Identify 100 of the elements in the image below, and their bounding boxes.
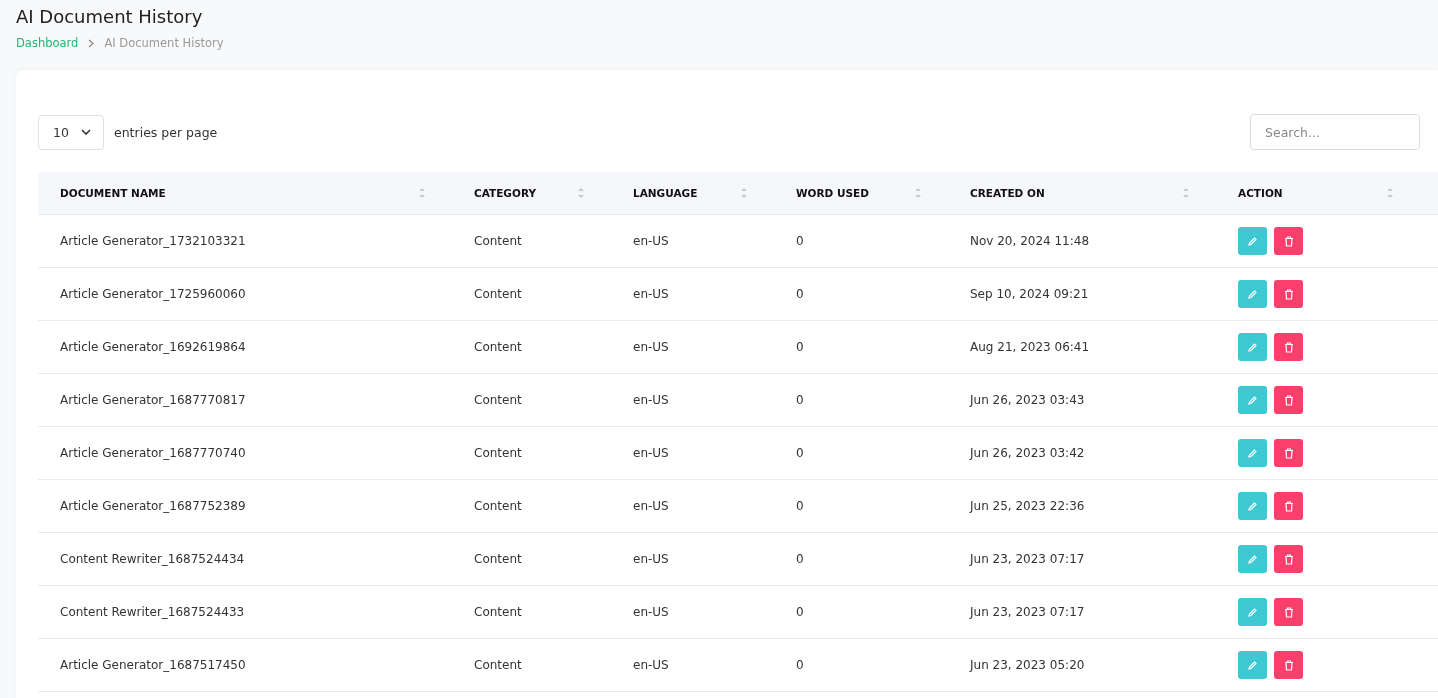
table-cell: 0 — [796, 658, 804, 672]
table-cell: Article Generator_1725960060 — [60, 287, 246, 301]
pencil-icon — [1247, 606, 1258, 618]
trash-icon — [1283, 394, 1294, 406]
sort-icon[interactable] — [914, 186, 922, 200]
delete-button[interactable] — [1274, 439, 1303, 467]
table-cell: en-US — [633, 499, 669, 513]
table-cell: en-US — [633, 287, 669, 301]
edit-button[interactable] — [1238, 386, 1267, 414]
table-cell: Aug 21, 2023 06:41 — [970, 340, 1090, 354]
table-cell: 0 — [796, 605, 804, 619]
table-cell: Article Generator_1687770740 — [60, 446, 246, 460]
table-cell: en-US — [633, 552, 669, 566]
table-cell: Article Generator_1692619864 — [60, 340, 246, 354]
pencil-icon — [1247, 447, 1258, 459]
edit-button[interactable] — [1238, 227, 1267, 255]
table-cell: en-US — [633, 393, 669, 407]
table-cell: en-US — [633, 658, 669, 672]
trash-icon — [1283, 659, 1294, 671]
table-cell: Article Generator_1687770817 — [60, 393, 246, 407]
table-cell: Content — [474, 340, 522, 354]
delete-button[interactable] — [1274, 598, 1303, 626]
sort-icon[interactable] — [577, 186, 585, 200]
table-cell: en-US — [633, 340, 669, 354]
table-cell: Content — [474, 605, 522, 619]
chevron-right-icon — [88, 38, 95, 48]
pencil-icon — [1247, 288, 1258, 300]
table-cell: Content — [474, 393, 522, 407]
edit-button[interactable] — [1238, 545, 1267, 573]
table-cell: Content Rewriter_1687524434 — [60, 552, 245, 566]
sort-icon[interactable] — [418, 186, 426, 200]
sort-icon[interactable] — [740, 186, 748, 200]
delete-button[interactable] — [1274, 545, 1303, 573]
delete-button[interactable] — [1274, 227, 1303, 255]
trash-icon — [1283, 553, 1294, 565]
edit-button[interactable] — [1238, 439, 1267, 467]
table-cell: Jun 23, 2023 05:20 — [970, 658, 1085, 672]
edit-button[interactable] — [1238, 651, 1267, 679]
pencil-icon — [1247, 500, 1258, 512]
column-header: CATEGORY — [474, 187, 536, 199]
trash-icon — [1283, 341, 1294, 353]
trash-icon — [1283, 606, 1294, 618]
table-cell: Content — [474, 499, 522, 513]
delete-button[interactable] — [1274, 651, 1303, 679]
table-cell: 0 — [796, 287, 804, 301]
table-cell: Content Rewriter_1687524433 — [60, 605, 245, 619]
table-cell: Jun 26, 2023 03:42 — [970, 446, 1085, 460]
pencil-icon — [1247, 394, 1258, 406]
sort-icon[interactable] — [1182, 186, 1190, 200]
column-header: CREATED ON — [970, 187, 1045, 199]
entries-label: entries per page — [114, 124, 218, 140]
table-cell: Content — [474, 287, 522, 301]
trash-icon — [1283, 447, 1294, 459]
table-cell: Article Generator_1687752389 — [60, 499, 246, 513]
table-cell: Article Generator_1687517450 — [60, 658, 246, 672]
table-cell: Article Generator_1732103321 — [60, 234, 246, 248]
table-cell: Sep 10, 2024 09:21 — [970, 287, 1089, 301]
table-cell: en-US — [633, 605, 669, 619]
column-header: ACTION — [1238, 187, 1283, 199]
edit-button[interactable] — [1238, 598, 1267, 626]
table-cell: 0 — [796, 393, 804, 407]
table-cell: Content — [474, 552, 522, 566]
table-cell: Jun 25, 2023 22:36 — [970, 499, 1085, 513]
trash-icon — [1283, 288, 1294, 300]
pencil-icon — [1247, 659, 1258, 671]
table-cell: en-US — [633, 446, 669, 460]
table-cell: 0 — [796, 499, 804, 513]
table-cell: 0 — [796, 234, 804, 248]
column-header: WORD USED — [796, 187, 869, 199]
page-title: AI Document History — [16, 6, 204, 29]
trash-icon — [1283, 235, 1294, 247]
table-cell: Content — [474, 446, 522, 460]
table-cell: 0 — [796, 446, 804, 460]
delete-button[interactable] — [1274, 386, 1303, 414]
edit-button[interactable] — [1238, 280, 1267, 308]
table-cell: Jun 23, 2023 07:17 — [970, 552, 1085, 566]
table-cell: Jun 26, 2023 03:43 — [970, 393, 1085, 407]
chevron-down-icon — [80, 129, 91, 135]
sort-icon[interactable] — [1386, 186, 1394, 200]
pencil-icon — [1247, 341, 1258, 353]
search-field[interactable]: Search... — [1250, 114, 1420, 150]
column-header: LANGUAGE — [633, 187, 698, 199]
table-cell: Content — [474, 658, 522, 672]
trash-icon — [1283, 500, 1294, 512]
delete-button[interactable] — [1274, 280, 1303, 308]
table-cell: 0 — [796, 552, 804, 566]
table-cell: en-US — [633, 234, 669, 248]
page-size-select[interactable]: 10 — [38, 114, 104, 150]
table-cell: Nov 20, 2024 11:48 — [970, 234, 1090, 248]
pencil-icon — [1247, 235, 1258, 247]
edit-button[interactable] — [1238, 333, 1267, 361]
table-cell: Content — [474, 234, 522, 248]
column-header: DOCUMENT NAME — [60, 187, 166, 199]
edit-button[interactable] — [1238, 492, 1267, 520]
delete-button[interactable] — [1274, 333, 1303, 361]
delete-button[interactable] — [1274, 492, 1303, 520]
breadcrumb-current: AI Document History — [104, 36, 224, 50]
pencil-icon — [1247, 553, 1258, 565]
table-cell: Jun 23, 2023 07:17 — [970, 605, 1085, 619]
table-cell: 0 — [796, 340, 804, 354]
